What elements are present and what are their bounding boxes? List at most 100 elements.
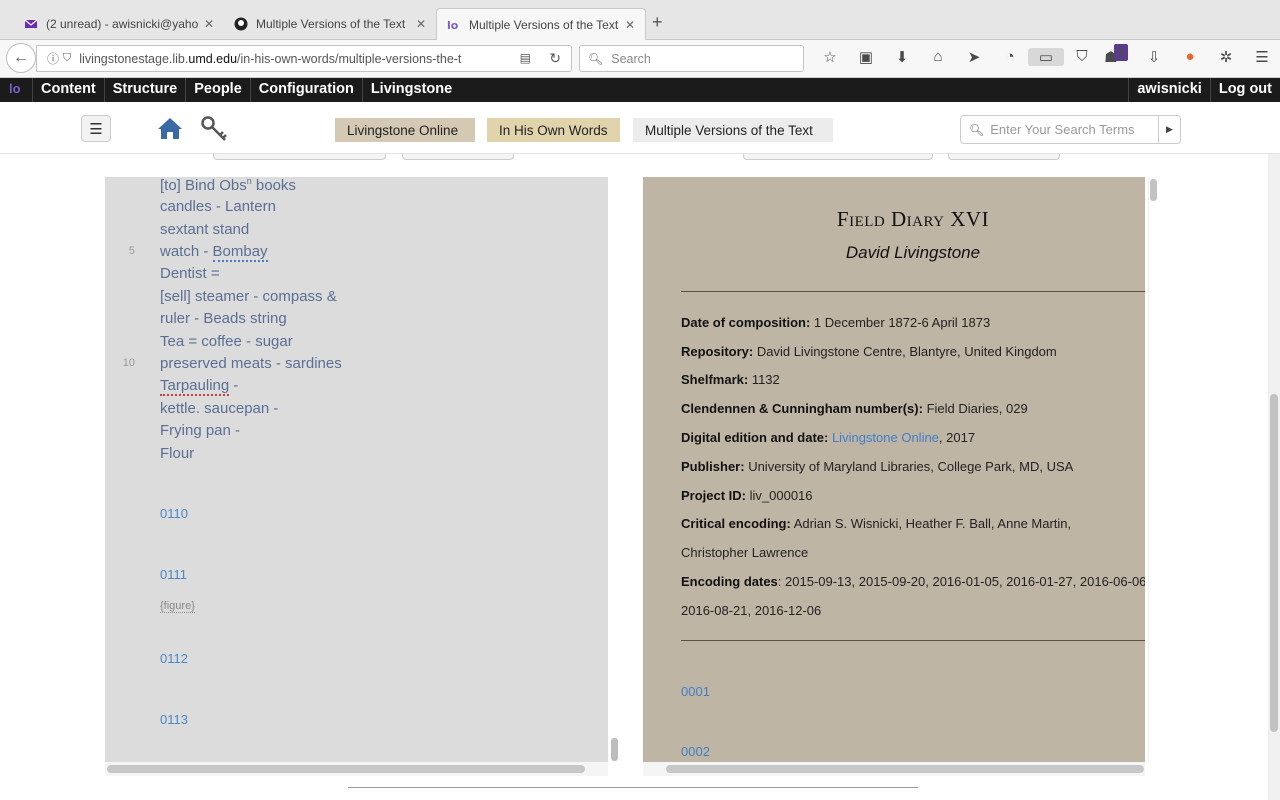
page-link[interactable]: 0110: [160, 506, 188, 521]
metadata-row: Publisher: University of Maryland Librar…: [681, 459, 1074, 474]
right-panel-control[interactable]: [948, 154, 1060, 160]
metadata-row: Critical encoding: Adrian S. Wisnicki, H…: [681, 516, 1072, 531]
svg-text:lo: lo: [447, 19, 459, 32]
send-icon[interactable]: ➤: [956, 48, 992, 66]
livingstone-icon: lo: [447, 18, 461, 32]
history-icon[interactable]: ◔: [992, 48, 1028, 66]
page-link[interactable]: 0112: [160, 651, 188, 666]
bookmark-star-icon[interactable]: ☆: [812, 48, 848, 66]
reading-list-icon[interactable]: ▣: [848, 48, 884, 66]
extension-icon[interactable]: ✲: [1208, 48, 1244, 66]
ruler-icon[interactable]: ▭: [1028, 48, 1064, 66]
metadata-row: 2016-08-21, 2016-12-06: [681, 603, 822, 618]
metadata-row: Encoding dates: 2015-09-13, 2015-09-20, …: [681, 574, 1145, 589]
left-panel-scrollbar[interactable]: [611, 738, 618, 761]
line-number: 10: [122, 357, 135, 369]
github-icon: [234, 17, 248, 31]
right-panel-scroll-track: [1148, 177, 1159, 762]
admin-menu-content[interactable]: Content: [32, 78, 104, 102]
transcript-line: Dentist =: [160, 265, 220, 282]
info-icon[interactable]: ⓘ: [47, 50, 59, 67]
divider: [681, 640, 1145, 641]
transcript-line: Tarpauling -: [160, 377, 239, 396]
admin-menu: Content Structure People Configuration L…: [32, 78, 460, 102]
download-icon[interactable]: ⬇: [884, 48, 920, 66]
new-tab-icon[interactable]: +: [652, 12, 663, 33]
close-icon[interactable]: ✕: [625, 18, 635, 32]
page-link[interactable]: 0113: [160, 712, 188, 727]
page-link[interactable]: 0001: [681, 684, 710, 699]
browser-tab-active[interactable]: lo Multiple Versions of the Text ✕: [436, 8, 646, 40]
figure-label[interactable]: {figure}: [160, 600, 195, 613]
notification-badge: 1: [1113, 44, 1128, 61]
breadcrumb-in-his-own-words[interactable]: In His Own Words: [487, 118, 620, 142]
metadata-row: Repository: David Livingstone Centre, Bl…: [681, 344, 1057, 359]
search-placeholder: Search: [611, 51, 651, 66]
browser-tab-strip: (2 unread) - awisnicki@yahoo ✕ Multiple …: [0, 0, 1280, 40]
page-link[interactable]: 0111: [160, 567, 187, 582]
pocket-icon[interactable]: ⛉: [1064, 48, 1100, 66]
browser-nav-bar: ⓘ ⛉ livingstonestage.lib.umd.edu/in-his-…: [0, 40, 1280, 78]
admin-menu-structure[interactable]: Structure: [103, 78, 185, 102]
tab-title: (2 unread) - awisnicki@yahoo: [46, 17, 198, 31]
misspelled-term[interactable]: Tarpauling: [160, 377, 230, 396]
reload-icon[interactable]: ↻: [549, 50, 561, 67]
metadata-row: Shelfmark: 1132: [681, 372, 780, 387]
transcript-line: Frying pan -: [160, 422, 241, 439]
left-panel-control[interactable]: [213, 154, 386, 160]
menu-icon[interactable]: ☰: [1244, 48, 1280, 66]
metadata-row: Christopher Lawrence: [681, 545, 809, 560]
site-search-input[interactable]: 🔍︎ Enter Your Search Terms ▶: [960, 115, 1181, 144]
browser-search-input[interactable]: 🔍︎ Search: [579, 45, 804, 72]
search-icon: 🔍︎: [588, 51, 604, 66]
search-submit-button[interactable]: ▶: [1158, 116, 1180, 143]
line-number: 5: [128, 245, 135, 257]
duckduckgo-icon[interactable]: ●: [1172, 48, 1208, 66]
metadata-row: Digital edition and date: Livingstone On…: [681, 430, 976, 445]
metadata-row: Project ID: liv_000016: [681, 488, 813, 503]
transcript-line: [sell] steamer - compass &: [160, 288, 337, 305]
admin-menu-people[interactable]: People: [185, 78, 250, 102]
page-link[interactable]: 0002: [681, 744, 710, 759]
transcript-line: Flour: [160, 445, 195, 462]
site-search-placeholder: Enter Your Search Terms: [990, 122, 1135, 137]
breadcrumb-livingstone-online[interactable]: Livingstone Online: [335, 118, 475, 142]
close-icon[interactable]: ✕: [204, 17, 214, 31]
url-bar[interactable]: ⓘ ⛉ livingstonestage.lib.umd.edu/in-his-…: [36, 45, 572, 72]
shield-icon[interactable]: ⛉: [63, 52, 71, 65]
admin-user-menu: awisnicki Log out: [1128, 78, 1280, 102]
url-text: livingstonestage.lib.umd.edu/in-his-own-…: [79, 51, 462, 66]
back-button[interactable]: ←: [6, 43, 36, 73]
annotated-term[interactable]: Bombay: [212, 243, 268, 262]
left-horizontal-scrollbar[interactable]: [107, 765, 585, 773]
admin-user-link[interactable]: awisnicki: [1128, 78, 1209, 102]
divider: [681, 291, 1145, 292]
admin-toolbar: lo Content Structure People Configuratio…: [0, 78, 1280, 102]
transcript-line: sextant stand: [160, 221, 250, 238]
admin-menu-livingstone[interactable]: Livingstone: [361, 78, 460, 102]
right-horizontal-scrollbar[interactable]: [666, 765, 1144, 773]
right-panel-control[interactable]: [743, 154, 933, 160]
key-icon[interactable]: [201, 116, 229, 148]
page-scrollbar[interactable]: [1270, 394, 1278, 732]
left-panel-control[interactable]: [402, 154, 514, 160]
transcript-line: preserved meats - sardines: [160, 355, 342, 372]
home-icon[interactable]: ⌂: [920, 48, 956, 66]
reader-view-icon[interactable]: ▤: [520, 51, 531, 65]
close-icon[interactable]: ✕: [416, 17, 426, 31]
livingstone-online-link[interactable]: Livingstone Online: [828, 430, 939, 445]
home-icon[interactable]: [156, 116, 184, 140]
transcript-line: kettle. saucepan -: [160, 400, 279, 417]
browser-tab-github[interactable]: Multiple Versions of the Text ✕: [224, 8, 436, 40]
save-icon[interactable]: ⇩: [1136, 48, 1172, 66]
document-title: Field Diary XVI: [836, 207, 990, 231]
transcript-line: [to] Bind Obsn books: [160, 177, 296, 194]
back-arrow-icon: ←: [13, 49, 29, 66]
right-panel-scrollbar[interactable]: [1150, 179, 1157, 201]
admin-menu-configuration[interactable]: Configuration: [249, 78, 362, 102]
hamburger-menu-button[interactable]: ☰: [81, 115, 111, 142]
site-logo-icon[interactable]: lo: [9, 81, 21, 96]
browser-tab-mail[interactable]: (2 unread) - awisnicki@yahoo ✕: [14, 8, 224, 40]
notification-icon[interactable]: ☗1: [1100, 44, 1136, 66]
logout-link[interactable]: Log out: [1209, 78, 1280, 102]
